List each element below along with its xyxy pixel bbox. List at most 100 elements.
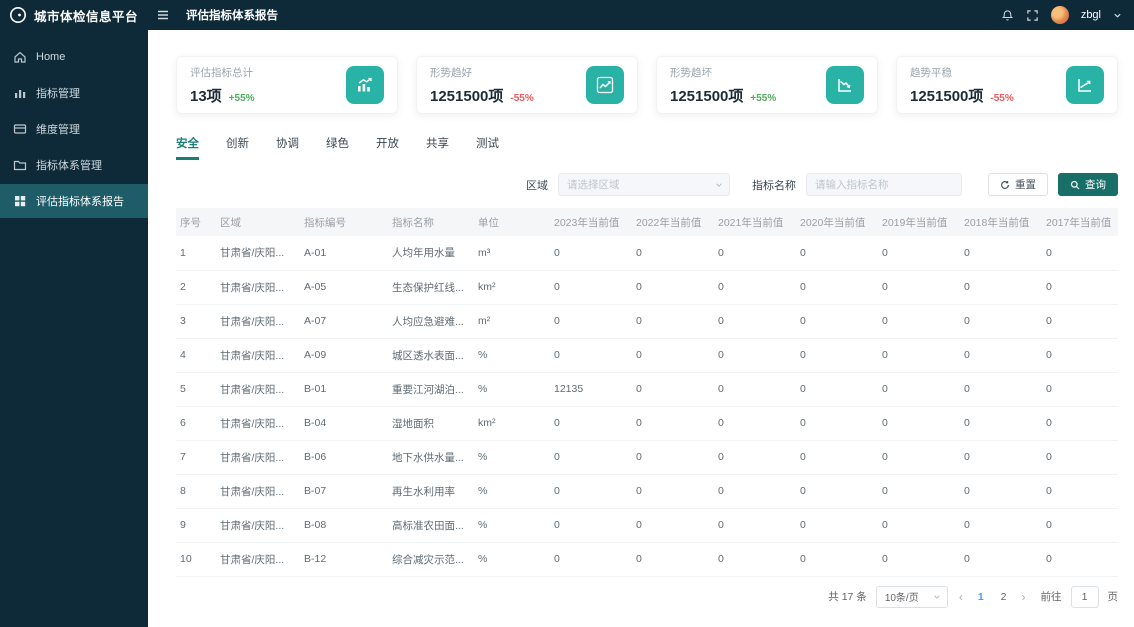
region-select[interactable] xyxy=(558,173,730,196)
page-number-1[interactable]: 1 xyxy=(974,591,988,603)
line-chart-up-icon xyxy=(586,66,624,104)
page-number-2[interactable]: 2 xyxy=(997,591,1011,603)
table-cell: 0 xyxy=(878,474,960,509)
table-cell: 综合减灾示范... xyxy=(388,542,474,577)
table-cell: 0 xyxy=(550,542,632,577)
stat-value: 1251500项 xyxy=(670,87,744,105)
table-cell: 0 xyxy=(878,508,960,543)
table-cell: 0 xyxy=(714,474,796,509)
region-label: 区域 xyxy=(526,179,548,192)
filter-bar: 区域 指标名称 重置 查询 xyxy=(176,173,1118,196)
hamburger-icon[interactable] xyxy=(156,8,170,22)
sidebar-item-dimension-mgmt[interactable]: 维度管理 xyxy=(0,112,148,146)
column-header: 序号 xyxy=(176,208,216,236)
sidebar-item-label: Home xyxy=(36,51,66,63)
table-cell: 0 xyxy=(714,372,796,407)
pagination: 共 17 条 10条/页 ‹ 1 2 › 前往 页 xyxy=(176,585,1119,608)
table-cell: 甘肃省/庆阳... xyxy=(216,236,300,271)
page-suffix-label: 页 xyxy=(1107,591,1119,603)
page-size-select[interactable]: 10条/页 xyxy=(875,585,948,608)
table-row: 8 甘肃省/庆阳... B-07 再生水利用率% 0 0 0 0 0 0 0 xyxy=(176,474,1118,509)
table-cell: 4 xyxy=(176,338,216,373)
tab-test[interactable]: 测试 xyxy=(476,135,499,160)
sidebar-item-label: 指标管理 xyxy=(36,88,80,100)
bell-icon[interactable] xyxy=(1001,9,1014,22)
indicator-table: 序号 区域 指标编号 指标名称 单位 2023年当前值 2022年当前值 2021年当前值 20… xyxy=(176,208,1118,577)
goto-page-input[interactable] xyxy=(1070,585,1099,608)
table-cell: 甘肃省/庆阳... xyxy=(216,508,300,543)
table-cell: 0 xyxy=(960,474,1042,509)
chevron-down-icon[interactable] xyxy=(1113,11,1122,20)
table-cell: 0 xyxy=(796,372,878,407)
next-page-icon[interactable]: › xyxy=(1020,590,1028,604)
table-cell: 0 xyxy=(632,508,714,543)
topbar-page-tab[interactable]: 评估指标体系报告 xyxy=(186,7,278,23)
sidebar-item-label: 评估指标体系报告 xyxy=(36,196,124,208)
tab-safety[interactable]: 安全 xyxy=(176,135,199,160)
table-cell: 0 xyxy=(1042,372,1118,407)
table-cell: A-09 xyxy=(300,338,388,373)
fullscreen-icon[interactable] xyxy=(1026,9,1039,22)
tab-innovation[interactable]: 创新 xyxy=(226,135,249,160)
avatar[interactable] xyxy=(1050,6,1069,24)
table-cell: 0 xyxy=(796,542,878,577)
table-header-row: 序号 区域 指标编号 指标名称 单位 2023年当前值 2022年当前值 2021年当前值 20… xyxy=(176,208,1118,236)
stat-delta: +55% xyxy=(228,92,255,104)
table-cell: 0 xyxy=(1042,406,1118,441)
indicator-name-input[interactable] xyxy=(806,173,962,196)
table-cell: 7 xyxy=(176,440,216,475)
sidebar-item-evaluation-report[interactable]: 评估指标体系报告 xyxy=(0,184,148,218)
table-cell: 0 xyxy=(632,406,714,441)
table-cell: 0 xyxy=(1042,236,1118,271)
stat-label: 趋势平稳 xyxy=(910,66,952,79)
stat-delta: -55% xyxy=(510,92,534,104)
stat-delta: +55% xyxy=(750,92,777,104)
table-cell: 甘肃省/庆阳... xyxy=(216,270,300,305)
table-cell: B-12 xyxy=(300,542,388,577)
sidebar-item-indicator-mgmt[interactable]: 指标管理 xyxy=(0,76,148,110)
search-button[interactable]: 查询 xyxy=(1058,173,1118,196)
tab-coordination[interactable]: 协调 xyxy=(276,135,299,160)
table-cell: km² xyxy=(474,406,550,441)
column-header: 2018年当前值 xyxy=(960,208,1042,236)
stat-label: 形势趋好 xyxy=(430,66,472,79)
table-cell: % xyxy=(474,508,550,543)
stat-label: 评估指标总计 xyxy=(190,66,253,79)
table-cell: 0 xyxy=(714,270,796,305)
indicator-name-field[interactable] xyxy=(806,173,962,196)
grid-icon xyxy=(15,196,26,207)
table-cell: 0 xyxy=(1042,508,1118,543)
table-cell: 0 xyxy=(714,406,796,441)
reset-button[interactable]: 重置 xyxy=(988,173,1048,196)
table-cell: 0 xyxy=(632,440,714,475)
sidebar-item-indicator-system-mgmt[interactable]: 指标体系管理 xyxy=(0,148,148,182)
table-cell: 2 xyxy=(176,270,216,305)
table-cell: 高标准农田面... xyxy=(388,508,474,543)
category-tabs: 安全 创新 协调 绿色 开放 共享 测试 xyxy=(176,135,1118,160)
column-header: 区域 xyxy=(216,208,300,236)
tab-green[interactable]: 绿色 xyxy=(326,135,349,160)
username[interactable]: zbgl xyxy=(1081,9,1101,21)
table-cell: 8 xyxy=(176,474,216,509)
table-cell: 甘肃省/庆阳... xyxy=(216,338,300,373)
table-cell: A-05 xyxy=(300,270,388,305)
table-cell: 0 xyxy=(960,542,1042,577)
table-cell: m³ xyxy=(474,236,550,271)
stat-card-steady: 趋势平稳 1251500项 -55% xyxy=(896,56,1118,114)
prev-page-icon[interactable]: ‹ xyxy=(957,590,965,604)
sidebar-item-home[interactable]: Home xyxy=(0,40,148,74)
table-cell: 0 xyxy=(550,236,632,271)
table-cell: B-07 xyxy=(300,474,388,509)
region-select-input[interactable] xyxy=(558,173,730,196)
column-header: 2022年当前值 xyxy=(632,208,714,236)
stat-card-improving: 形势趋好 1251500项 -55% xyxy=(416,56,638,114)
table-cell: % xyxy=(474,372,550,407)
sidebar-item-label: 维度管理 xyxy=(36,124,80,136)
table-row: 9 甘肃省/庆阳... B-08 高标准农田面...% 0 0 0 0 0 0 0 xyxy=(176,508,1118,543)
table-cell: 0 xyxy=(796,270,878,305)
table-cell: B-08 xyxy=(300,508,388,543)
tab-sharing[interactable]: 共享 xyxy=(426,135,449,160)
column-header: 指标名称 xyxy=(388,208,474,236)
tab-open[interactable]: 开放 xyxy=(376,135,399,160)
table-cell: 甘肃省/庆阳... xyxy=(216,372,300,407)
